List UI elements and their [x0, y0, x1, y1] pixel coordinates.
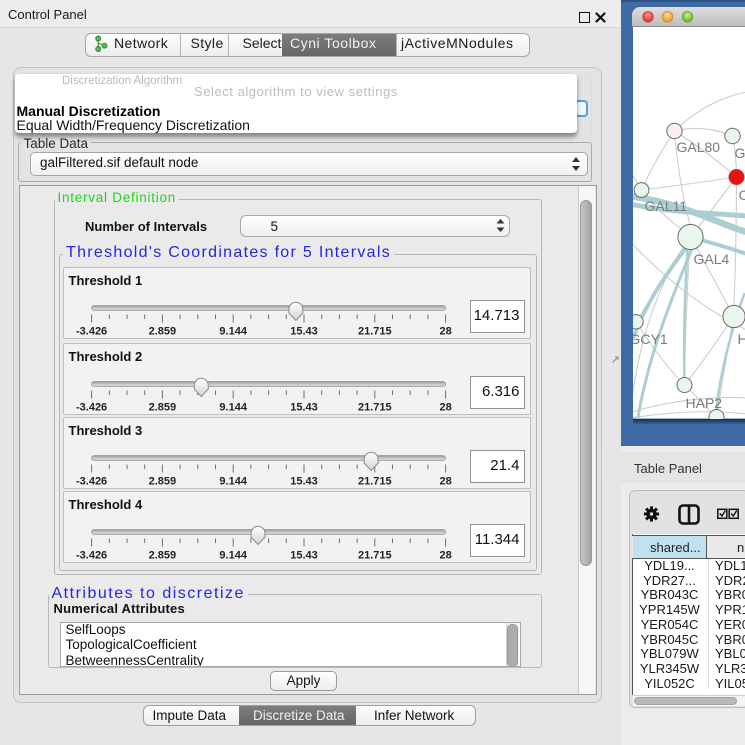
svg-text:15.43: 15.43 [291, 401, 319, 413]
svg-text:21.715: 21.715 [358, 401, 392, 413]
svg-text:9.144: 9.144 [220, 549, 248, 561]
svg-text:GA: GA [734, 145, 745, 161]
svg-text:15.43: 15.43 [291, 325, 319, 337]
svg-text:-3.426: -3.426 [76, 549, 107, 561]
svg-text:28: 28 [440, 401, 452, 413]
svg-text:15.43: 15.43 [291, 475, 319, 487]
svg-text:GAL4: GAL4 [693, 251, 729, 267]
svg-text:HAP2: HAP2 [685, 395, 722, 411]
svg-text:H: H [737, 331, 745, 347]
svg-text:GAL80: GAL80 [676, 139, 720, 155]
svg-text:-3.426: -3.426 [76, 401, 107, 413]
svg-text:9.144: 9.144 [220, 401, 248, 413]
svg-text:21.715: 21.715 [358, 475, 392, 487]
svg-text:Threshold 2: Threshold 2 [69, 349, 143, 364]
svg-text:-3.426: -3.426 [76, 475, 107, 487]
svg-text:2.859: 2.859 [149, 549, 177, 561]
svg-text:9.144: 9.144 [220, 325, 248, 337]
svg-text:Threshold 3: Threshold 3 [69, 423, 143, 438]
svg-text:21.715: 21.715 [358, 325, 392, 337]
svg-text:28: 28 [440, 549, 452, 561]
svg-text:Threshold 4: Threshold 4 [69, 497, 143, 512]
svg-text:GAL11: GAL11 [644, 198, 687, 214]
svg-text:15.43: 15.43 [291, 549, 319, 561]
svg-text:GCY1: GCY1 [633, 331, 668, 347]
svg-text:2.859: 2.859 [149, 325, 177, 337]
svg-text:21.715: 21.715 [358, 549, 392, 561]
svg-text:Threshold 1: Threshold 1 [69, 273, 143, 288]
svg-text:9.144: 9.144 [220, 475, 248, 487]
svg-text:-3.426: -3.426 [76, 325, 107, 337]
svg-text:2.859: 2.859 [149, 401, 177, 413]
svg-text:28: 28 [440, 475, 452, 487]
svg-text:2.859: 2.859 [149, 475, 177, 487]
svg-text:28: 28 [440, 325, 452, 337]
svg-text:C: C [738, 187, 745, 203]
